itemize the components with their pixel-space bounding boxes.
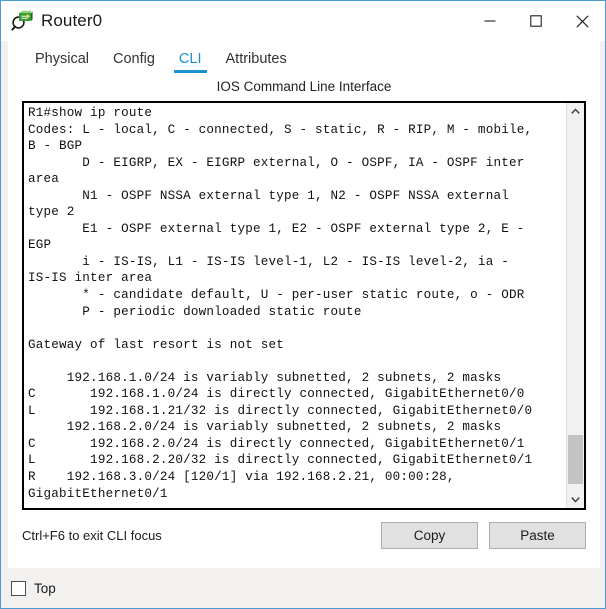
tab-attributes[interactable]: Attributes xyxy=(217,51,296,74)
terminal-line: R 192.168.3.0/24 [120/1] via 192.168.2.2… xyxy=(28,470,455,485)
cli-terminal-output[interactable]: R1#show ip route Codes: L - local, C - co… xyxy=(24,103,566,508)
router-icon xyxy=(11,10,33,32)
window-controls xyxy=(467,1,605,41)
tab-physical[interactable]: Physical xyxy=(26,51,98,74)
terminal-line: GigabitEthernet0/1 xyxy=(28,486,168,501)
close-icon xyxy=(575,14,589,28)
scroll-up-button[interactable] xyxy=(567,103,584,120)
cli-terminal-container: R1#show ip route Codes: L - local, C - co… xyxy=(22,101,586,510)
maximize-icon xyxy=(530,15,542,27)
chevron-up-icon xyxy=(571,108,580,114)
terminal-line: L 192.168.2.20/32 is directly connected,… xyxy=(28,453,533,468)
terminal-line: P - periodic downloaded static route xyxy=(28,304,362,319)
top-checkbox-label: Top xyxy=(34,580,56,596)
maximize-button[interactable] xyxy=(513,1,559,41)
close-button[interactable] xyxy=(559,1,605,41)
terminal-line: Gateway of last resort is not set xyxy=(28,337,284,352)
terminal-line: D - EIGRP, EX - EIGRP external, O - OSPF… xyxy=(28,155,525,170)
terminal-line: 192.168.1.0/24 is variably subnetted, 2 … xyxy=(28,370,502,385)
terminal-line: area xyxy=(28,172,60,187)
tab-config[interactable]: Config xyxy=(104,51,164,74)
tab-cli[interactable]: CLI xyxy=(170,51,211,74)
terminal-line: B - BGP xyxy=(28,139,83,154)
client-area: Physical Config CLI Attributes IOS Comma… xyxy=(8,41,600,568)
paste-button[interactable]: Paste xyxy=(489,521,586,549)
title-bar: Router0 xyxy=(1,1,605,41)
terminal-line: E1 - OSPF external type 1, E2 - OSPF ext… xyxy=(28,221,525,236)
minimize-icon xyxy=(484,20,496,22)
focus-hint-text: Ctrl+F6 to exit CLI focus xyxy=(22,527,162,543)
router-cli-window: Router0 Physical Config CLI Attributes I… xyxy=(0,0,606,609)
top-checkbox[interactable] xyxy=(11,580,26,596)
cli-action-buttons: Copy Paste xyxy=(381,521,586,549)
window-footer: Top xyxy=(1,568,605,608)
scroll-down-button[interactable] xyxy=(567,491,584,508)
minimize-button[interactable] xyxy=(467,1,513,41)
terminal-line: N1 - OSPF NSSA external type 1, N2 - OSP… xyxy=(28,188,509,203)
chevron-down-icon xyxy=(571,497,580,503)
terminal-line: R1#show ip route xyxy=(28,106,153,120)
terminal-line: type 2 xyxy=(28,205,75,220)
terminal-line: EGP xyxy=(28,238,52,253)
terminal-line: C 192.168.2.0/24 is directly connected, … xyxy=(28,436,525,451)
terminal-line: i - IS-IS, L1 - IS-IS level-1, L2 - IS-I… xyxy=(28,254,509,269)
terminal-line: IS-IS inter area xyxy=(28,271,153,286)
terminal-line: * - candidate default, U - per-user stat… xyxy=(28,288,525,303)
terminal-line: 192.168.2.0/24 is variably subnetted, 2 … xyxy=(28,420,502,435)
scrollbar-thumb[interactable] xyxy=(568,435,583,484)
terminal-scrollbar[interactable] xyxy=(566,103,584,508)
panel-title: IOS Command Line Interface xyxy=(216,79,392,94)
window-title: Router0 xyxy=(41,11,103,30)
terminal-line: Codes: L - local, C - connected, S - sta… xyxy=(28,122,533,137)
terminal-line: L 192.168.1.21/32 is directly connected,… xyxy=(28,403,533,418)
tab-strip: Physical Config CLI Attributes xyxy=(8,41,600,73)
copy-button[interactable]: Copy xyxy=(381,521,478,549)
terminal-line: C 192.168.1.0/24 is directly connected, … xyxy=(28,387,525,402)
client-spacer xyxy=(8,560,600,568)
scrollbar-track[interactable] xyxy=(567,120,584,491)
cli-bottom-bar: Ctrl+F6 to exit CLI focus Copy Paste xyxy=(8,510,600,560)
